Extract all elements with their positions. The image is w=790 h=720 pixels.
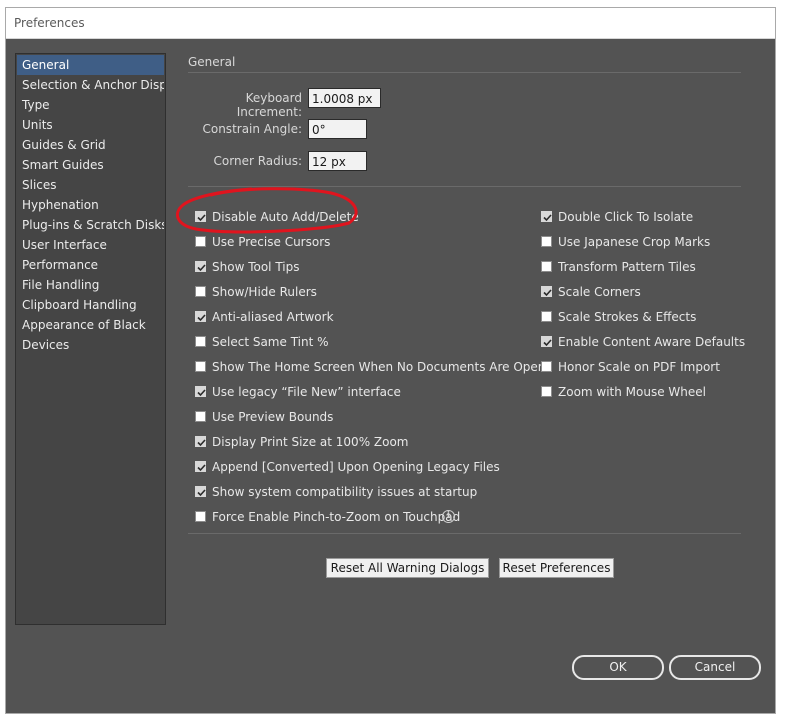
sidebar-item-type[interactable]: Type — [17, 95, 164, 115]
checkbox-unchecked[interactable] — [541, 261, 552, 272]
reset-warning-dialogs-button[interactable]: Reset All Warning Dialogs — [326, 558, 489, 578]
option-label: Zoom with Mouse Wheel — [558, 385, 707, 399]
checkbox-unchecked[interactable] — [195, 336, 206, 347]
checkbox-unchecked[interactable] — [195, 236, 206, 247]
checkmark-icon — [197, 439, 206, 447]
keyboard-increment-input[interactable]: 1.0008 px — [308, 88, 381, 108]
sidebar: GeneralSelection & Anchor DisplayTypeUni… — [15, 53, 166, 625]
sidebar-item-units[interactable]: Units — [17, 115, 164, 135]
keyboard-increment-label: Keyboard Increment: — [236, 91, 302, 119]
corner-radius-label: Corner Radius: — [213, 154, 302, 168]
checkbox-unchecked[interactable] — [195, 411, 206, 422]
constrain-angle-input[interactable]: 0° — [308, 119, 367, 139]
checkbox-checked[interactable] — [195, 311, 206, 322]
checkmark-icon — [197, 464, 206, 472]
sidebar-item-performance[interactable]: Performance — [17, 255, 164, 275]
option-label: Display Print Size at 100% Zoom — [212, 435, 409, 449]
sidebar-item-clipboard-handling[interactable]: Clipboard Handling — [17, 295, 164, 315]
sidebar-item-general[interactable]: General — [17, 55, 164, 75]
checkbox-checked[interactable] — [541, 336, 552, 347]
sidebar-item-hyphenation[interactable]: Hyphenation — [17, 195, 164, 215]
checkbox-checked[interactable] — [195, 461, 206, 472]
constrain-angle-label: Constrain Angle: — [202, 122, 302, 136]
checkmark-icon — [197, 264, 206, 272]
checkbox-unchecked[interactable] — [541, 361, 552, 372]
checkbox-checked[interactable] — [541, 286, 552, 297]
checkbox-unchecked[interactable] — [541, 311, 552, 322]
option-label: Use Preview Bounds — [212, 410, 334, 424]
sidebar-item-selection-anchor-display[interactable]: Selection & Anchor Display — [17, 75, 164, 95]
option-label: Use Precise Cursors — [212, 235, 331, 249]
divider — [188, 72, 741, 73]
option-label: Use legacy “File New” interface — [212, 385, 401, 399]
checkbox-unchecked[interactable] — [195, 511, 206, 522]
checkbox-checked[interactable] — [195, 386, 206, 397]
reset-preferences-button[interactable]: Reset Preferences — [499, 558, 614, 578]
sidebar-item-plug-ins-scratch-disks[interactable]: Plug-ins & Scratch Disks — [17, 215, 164, 235]
sidebar-item-file-handling[interactable]: File Handling — [17, 275, 164, 295]
checkmark-icon — [543, 339, 552, 347]
checkbox-checked[interactable] — [195, 486, 206, 497]
option-label: Force Enable Pinch-to-Zoom on Touchpad — [212, 510, 461, 524]
info-icon[interactable]: i — [442, 510, 455, 523]
option-label: Show/Hide Rulers — [212, 285, 317, 299]
option-label: Show The Home Screen When No Documents A… — [212, 360, 546, 374]
checkmark-icon — [197, 389, 206, 397]
checkmark-icon — [543, 289, 552, 297]
checkbox-unchecked[interactable] — [541, 236, 552, 247]
option-label: Append [Converted] Upon Opening Legacy F… — [212, 460, 500, 474]
checkbox-unchecked[interactable] — [541, 386, 552, 397]
divider — [188, 186, 741, 187]
corner-radius-input[interactable]: 12 px — [308, 151, 367, 171]
checkmark-icon — [197, 489, 206, 497]
checkmark-icon — [197, 214, 206, 222]
sidebar-item-slices[interactable]: Slices — [17, 175, 164, 195]
sidebar-item-smart-guides[interactable]: Smart Guides — [17, 155, 164, 175]
sidebar-item-user-interface[interactable]: User Interface — [17, 235, 164, 255]
sidebar-item-guides-grid[interactable]: Guides & Grid — [17, 135, 164, 155]
option-label: Select Same Tint % — [212, 335, 329, 349]
checkbox-checked[interactable] — [195, 261, 206, 272]
option-label: Enable Content Aware Defaults — [558, 335, 746, 349]
option-label: Transform Pattern Tiles — [558, 260, 696, 274]
divider — [188, 533, 741, 534]
checkmark-icon — [197, 314, 206, 322]
ok-button[interactable]: OK — [572, 655, 664, 680]
section-title: General — [188, 55, 236, 69]
cancel-button[interactable]: Cancel — [669, 655, 761, 680]
option-label: Disable Auto Add/Delete — [212, 210, 359, 224]
checkbox-unchecked[interactable] — [195, 286, 206, 297]
option-label: Use Japanese Crop Marks — [558, 235, 711, 249]
sidebar-item-devices[interactable]: Devices — [17, 335, 164, 355]
option-label: Show system compatibility issues at star… — [212, 485, 478, 499]
option-label: Double Click To Isolate — [558, 210, 694, 224]
checkbox-checked[interactable] — [195, 436, 206, 447]
checkbox-unchecked[interactable] — [195, 361, 206, 372]
window-title: Preferences — [14, 16, 85, 30]
checkbox-checked[interactable] — [541, 211, 552, 222]
checkmark-icon — [543, 214, 552, 222]
option-label: Scale Strokes & Effects — [558, 310, 697, 324]
sidebar-item-appearance-of-black[interactable]: Appearance of Black — [17, 315, 164, 335]
option-label: Scale Corners — [558, 285, 641, 299]
option-label: Honor Scale on PDF Import — [558, 360, 720, 374]
option-label: Show Tool Tips — [212, 260, 300, 274]
option-label: Anti-aliased Artwork — [212, 310, 334, 324]
title-bar: Preferences — [6, 8, 775, 39]
checkbox-checked[interactable] — [195, 211, 206, 222]
